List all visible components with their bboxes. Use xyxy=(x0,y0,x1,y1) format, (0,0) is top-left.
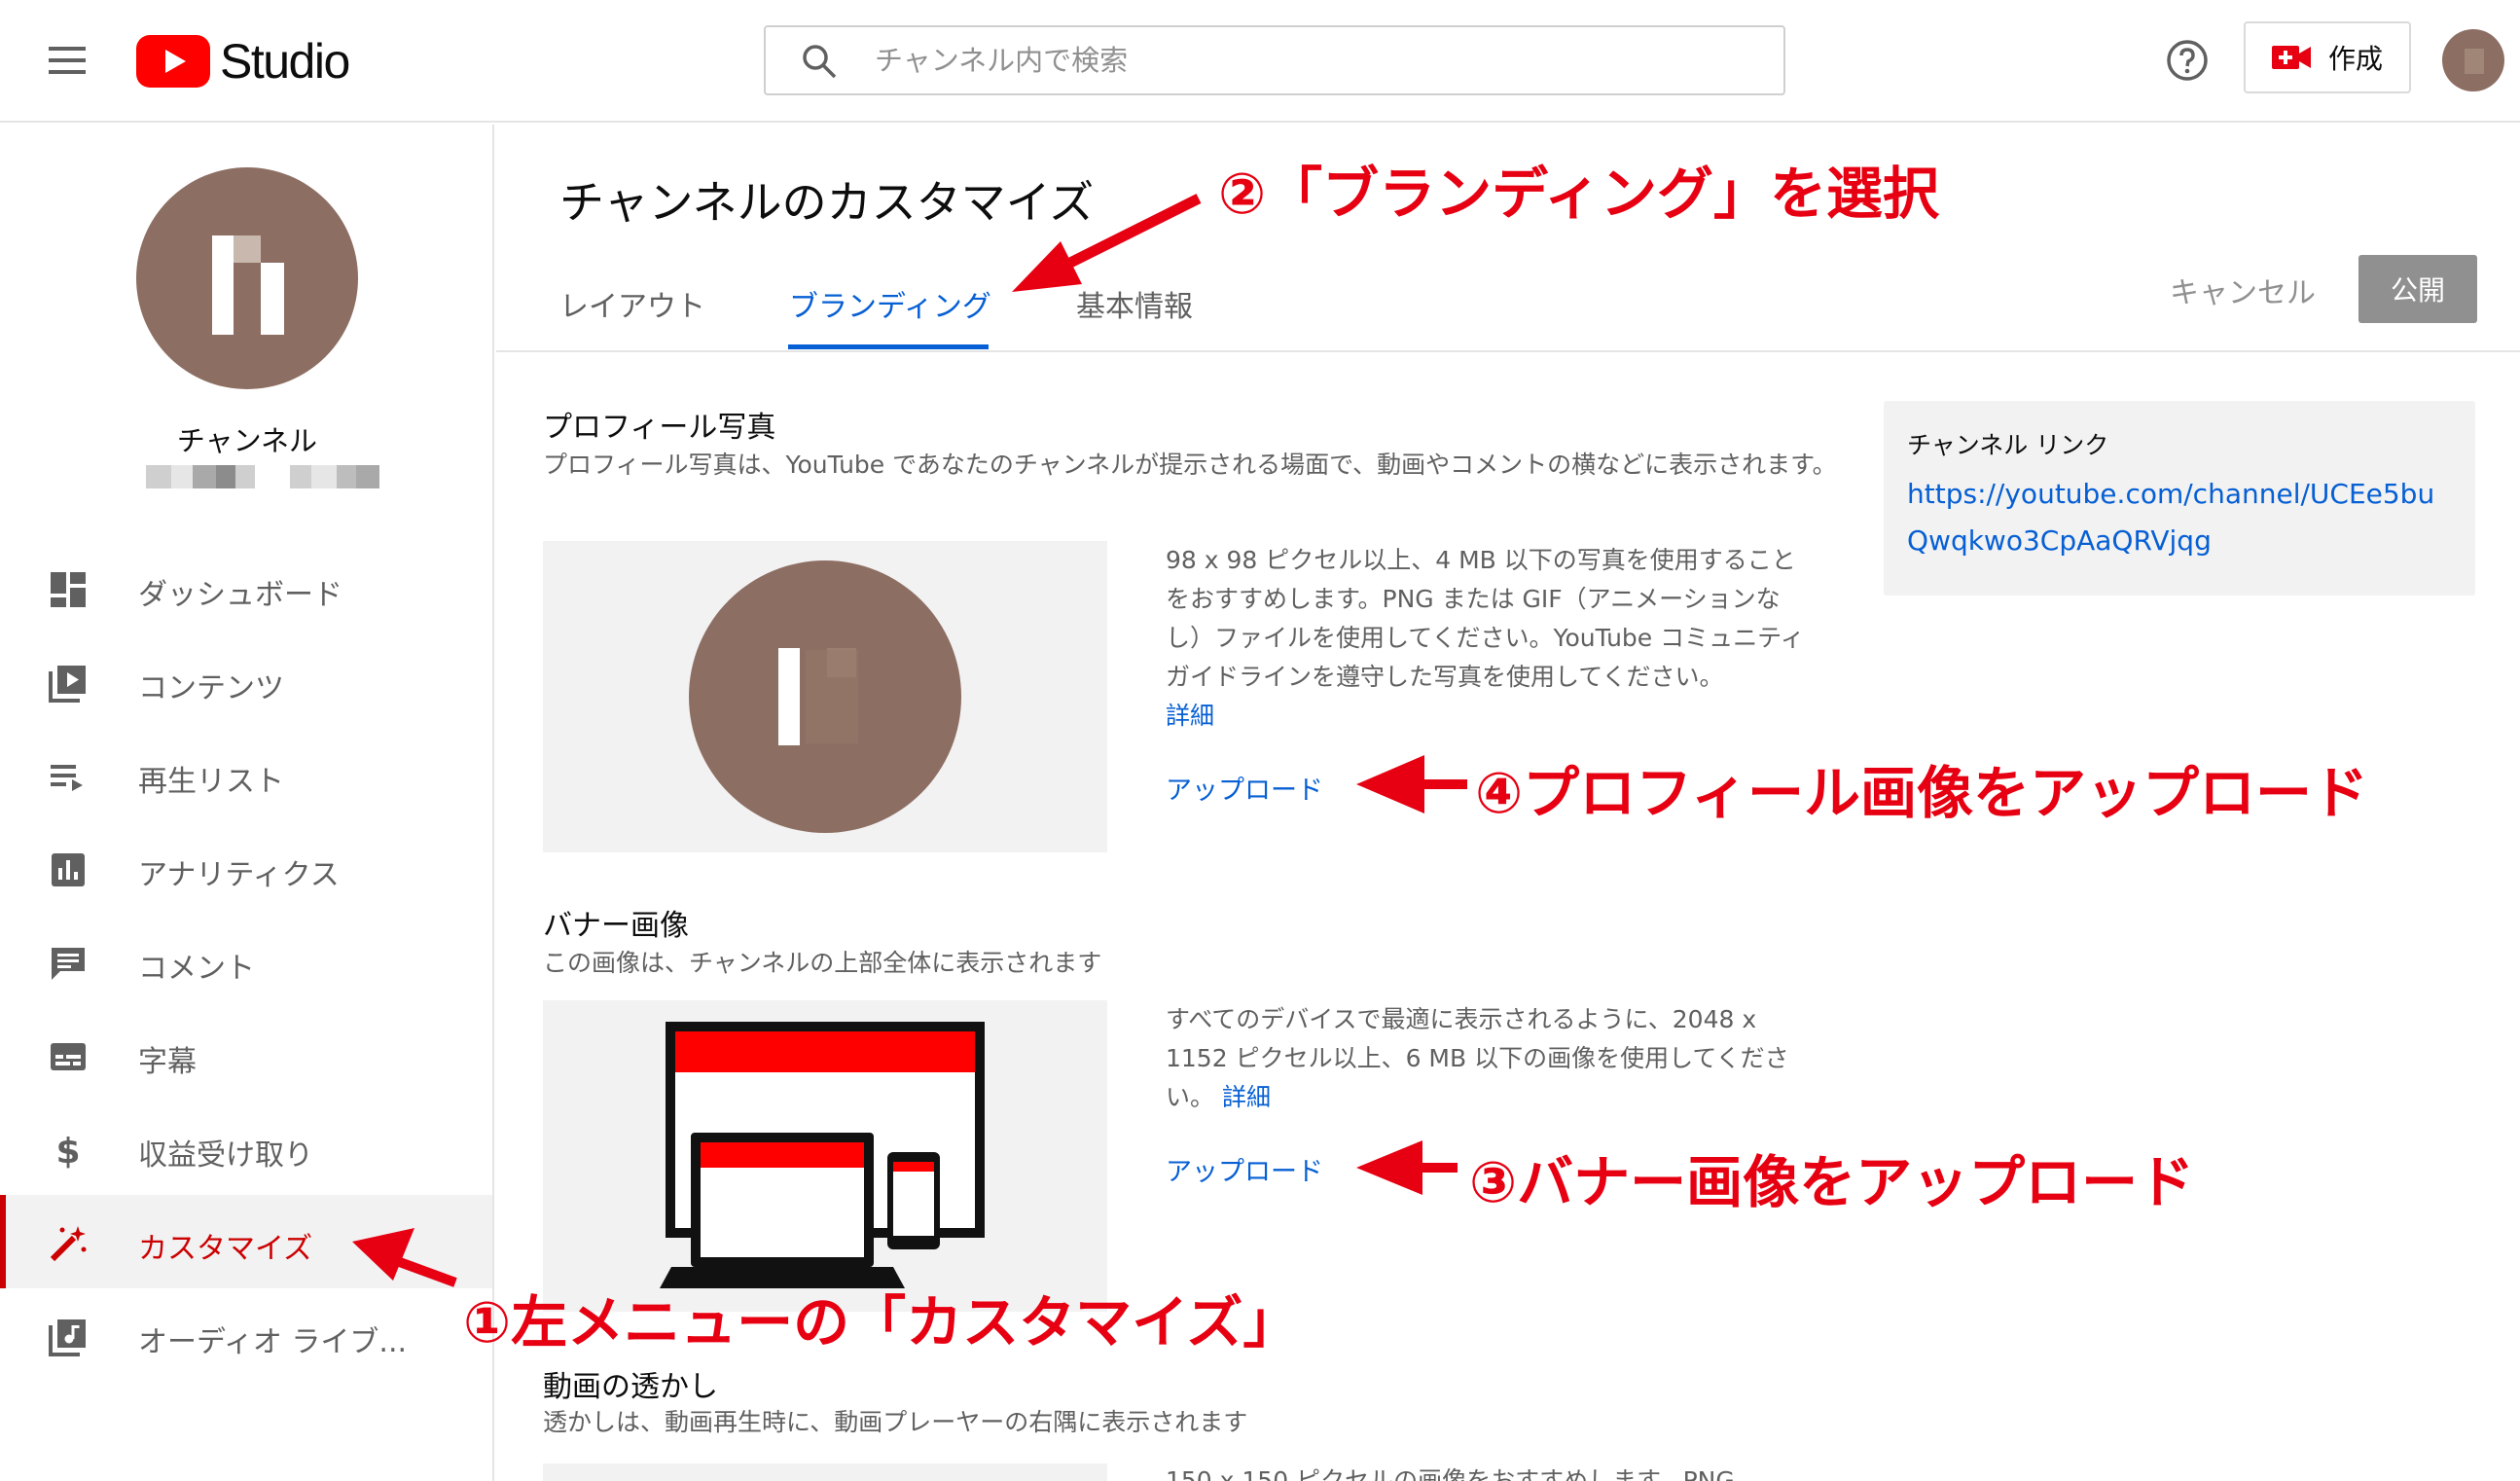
arrow-step2-icon xyxy=(1012,241,1082,292)
annotation-step4: ④プロフィール画像をアップロード xyxy=(1475,760,2368,826)
annotation-step1: ①左メニューの「カスタマイズ」 xyxy=(463,1289,1300,1355)
arrow-step1-icon xyxy=(352,1228,414,1281)
annotation-step3: ③バナー画像をアップロード xyxy=(1469,1149,2195,1215)
arrow-step3-icon xyxy=(1356,1140,1422,1195)
annotation-step2: ②「ブランディング」を選択 xyxy=(1218,161,1940,227)
arrow-step4-icon xyxy=(1356,755,1424,813)
